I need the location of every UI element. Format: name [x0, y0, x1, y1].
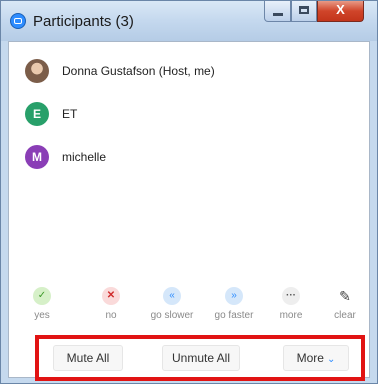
more-button-label: More [296, 351, 324, 365]
ellipsis-icon: ··· [282, 287, 300, 305]
reaction-label: go slower [150, 310, 194, 321]
mute-all-button[interactable]: Mute All [53, 345, 123, 371]
participants-window: Participants (3) X Donna Gustafson (Host… [0, 0, 378, 384]
reaction-no[interactable]: ✕ no [81, 281, 141, 329]
participant-name: Donna Gustafson (Host, me) [62, 64, 215, 78]
avatar [25, 59, 49, 83]
participant-row[interactable]: E ET [25, 102, 345, 130]
eraser-icon: ✎ [339, 288, 351, 304]
participant-name: ET [62, 107, 78, 121]
avatar: E [25, 102, 49, 126]
minimize-button[interactable] [264, 1, 291, 22]
title-bar[interactable]: Participants (3) X [1, 1, 377, 41]
chevron-down-icon: ⌄ [326, 354, 336, 365]
rewind-icon: « [163, 287, 181, 305]
reaction-yes[interactable]: ✓ yes [12, 281, 72, 329]
participant-name: michelle [62, 150, 107, 164]
reaction-go-faster[interactable]: » go faster [204, 281, 264, 329]
unmute-all-button[interactable]: Unmute All [162, 345, 240, 371]
reaction-go-slower[interactable]: « go slower [142, 281, 202, 329]
reaction-more[interactable]: ··· more [261, 281, 321, 329]
participant-row[interactable]: M michelle [25, 145, 345, 173]
reaction-clear[interactable]: ✎ clear [315, 281, 369, 329]
x-icon: ✕ [102, 287, 120, 305]
reaction-label: go faster [214, 310, 254, 321]
reaction-label: more [279, 310, 303, 321]
check-icon: ✓ [33, 287, 51, 305]
reaction-label: clear [334, 310, 356, 321]
participants-panel: Donna Gustafson (Host, me) E ET M michel… [8, 41, 370, 378]
maximize-button[interactable] [291, 1, 317, 22]
reaction-label: no [105, 310, 117, 321]
close-button[interactable]: X [317, 1, 364, 22]
zoom-app-icon [10, 13, 26, 29]
nonverbal-feedback-bar: ✓ yes ✕ no « go slower » go faster ··· m… [9, 281, 369, 329]
fast-forward-icon: » [225, 287, 243, 305]
window-title: Participants (3) [33, 13, 134, 30]
more-button[interactable]: More ⌄ [283, 345, 349, 371]
avatar: M [25, 145, 49, 169]
participant-row[interactable]: Donna Gustafson (Host, me) [25, 59, 345, 87]
reaction-label: yes [34, 310, 50, 321]
